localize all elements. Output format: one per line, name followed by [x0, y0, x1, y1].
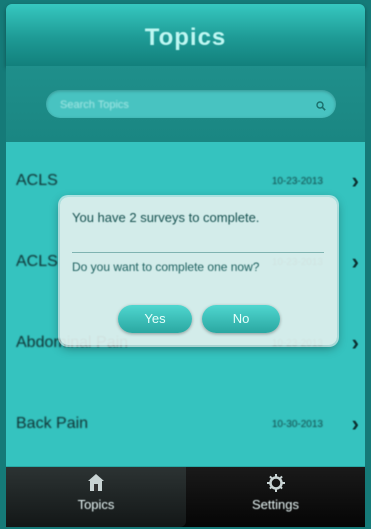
list-item[interactable]: Back Pain 10-30-2013 › [6, 385, 365, 467]
tab-topics[interactable]: Topics [6, 467, 186, 527]
chevron-right-icon: › [351, 168, 359, 193]
topic-date: 10-23-2013 [271, 176, 323, 187]
tab-topics-label: Topics [77, 497, 115, 512]
home-icon [87, 473, 105, 496]
search-bar [6, 66, 365, 142]
yes-button[interactable]: Yes [118, 305, 192, 333]
search-input[interactable] [58, 95, 302, 115]
chevron-right-icon: › [351, 411, 359, 436]
page-title: Topics [144, 24, 227, 51]
app-screen: Topics ACLS 10-23-2013 › ACLS 10-23-2013… [0, 0, 371, 529]
tab-settings[interactable]: Settings [186, 467, 365, 527]
topic-name: ACLS [16, 172, 58, 189]
chevron-right-icon: › [351, 249, 359, 274]
topic-name: ACLS [16, 253, 58, 270]
survey-alert-dialog: You have 2 surveys to complete. Do you w… [60, 197, 337, 345]
alert-question: Do you want to complete one now? [72, 260, 260, 274]
chevron-right-icon: › [351, 330, 359, 355]
search-field-container[interactable] [46, 90, 336, 118]
search-icon[interactable] [316, 98, 326, 111]
gear-icon [266, 473, 286, 496]
tab-settings-label: Settings [252, 497, 299, 512]
tab-bar: Topics Settings [6, 467, 365, 527]
topic-date: 10-30-2013 [271, 419, 323, 430]
nav-header: Topics [6, 4, 365, 66]
alert-divider [72, 252, 324, 253]
no-button[interactable]: No [202, 305, 280, 333]
topic-name: Back Pain [16, 415, 89, 432]
alert-message: You have 2 surveys to complete. [72, 210, 260, 225]
